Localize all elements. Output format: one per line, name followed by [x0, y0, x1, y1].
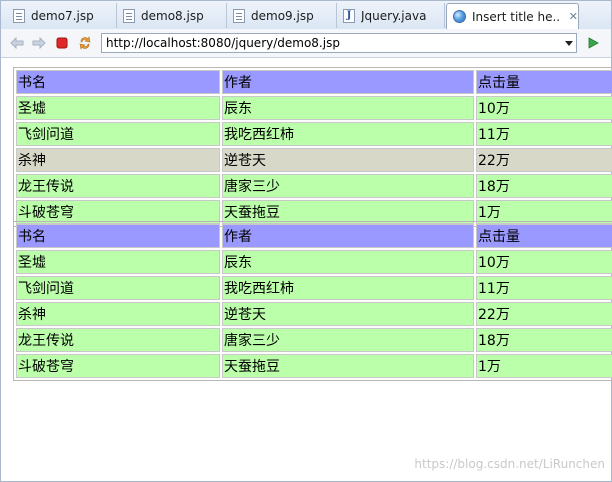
- column-header: 点击量: [476, 70, 612, 94]
- column-header: 书名: [16, 224, 220, 248]
- table-cell: 辰东: [222, 250, 474, 274]
- table-cell: 10万: [476, 96, 612, 120]
- table-cell: 飞剑问道: [16, 276, 220, 300]
- jsp-file-icon: [233, 8, 245, 23]
- java-file-icon: J: [343, 8, 355, 23]
- table-cell: 圣墟: [16, 250, 220, 274]
- table-cell: 龙王传说: [16, 174, 220, 198]
- table-cell: 逆苍天: [222, 302, 474, 326]
- table-row[interactable]: 圣墟 辰东 10万: [16, 250, 612, 274]
- jsp-file-icon: [123, 8, 135, 23]
- forward-arrow-icon[interactable]: [31, 35, 47, 51]
- table-cell: 我吃西红柿: [222, 276, 474, 300]
- column-header: 书名: [16, 70, 220, 94]
- table-cell: 18万: [476, 174, 612, 198]
- table-cell: 唐家三少: [222, 174, 474, 198]
- table-row[interactable]: 杀神 逆苍天 22万: [16, 148, 612, 172]
- chevron-down-icon[interactable]: [562, 34, 576, 52]
- tab-demo8-jsp[interactable]: demo8.jsp: [117, 3, 227, 28]
- table-cell: 斗破苍穹: [16, 354, 220, 378]
- table-header-row: 书名 作者 点击量: [16, 70, 612, 94]
- globe-icon: [453, 10, 466, 23]
- book-table: 书名 作者 点击量 圣墟 辰东 10万 飞剑问道 我吃西红柿 11万 杀神 逆苍天 22万 龙王传说 唐家…: [13, 221, 612, 381]
- url-input[interactable]: http://localhost:8080/jquery/demo8.jsp: [101, 33, 577, 53]
- table-row[interactable]: 杀神 逆苍天 22万: [16, 302, 612, 326]
- column-header: 作者: [222, 70, 474, 94]
- tab-insert-title[interactable]: Insert title he... ✕: [446, 3, 579, 30]
- table-cell: 11万: [476, 122, 612, 146]
- table-row[interactable]: 龙王传说 唐家三少 18万: [16, 328, 612, 352]
- table-row[interactable]: 飞剑问道 我吃西红柿 11万: [16, 122, 612, 146]
- browser-window: demo7.jsp demo8.jsp demo9.jsp J Jquery.j…: [0, 0, 612, 482]
- table-cell: 11万: [476, 276, 612, 300]
- close-icon[interactable]: ✕: [569, 10, 578, 23]
- table-row[interactable]: 斗破苍穹 天蚕拖豆 1万: [16, 354, 612, 378]
- table-cell: 10万: [476, 250, 612, 274]
- back-arrow-icon[interactable]: [9, 35, 25, 51]
- tab-label: Jquery.java: [361, 8, 427, 23]
- page-content: 书名 作者 点击量 圣墟 辰东 10万 飞剑问道 我吃西红柿 11万 杀神 逆苍天 22万 龙王传说 唐家…: [1, 58, 612, 481]
- table-row[interactable]: 飞剑问道 我吃西红柿 11万: [16, 276, 612, 300]
- table-cell: 杀神: [16, 148, 220, 172]
- tab-label: demo8.jsp: [141, 8, 204, 23]
- column-header: 作者: [222, 224, 474, 248]
- table-cell: 唐家三少: [222, 328, 474, 352]
- tab-demo9-jsp[interactable]: demo9.jsp: [227, 3, 337, 28]
- editor-tab-bar: demo7.jsp demo8.jsp demo9.jsp J Jquery.j…: [1, 1, 611, 30]
- table-cell: 我吃西红柿: [222, 122, 474, 146]
- column-header: 点击量: [476, 224, 612, 248]
- table-cell: 辰东: [222, 96, 474, 120]
- url-text[interactable]: http://localhost:8080/jquery/demo8.jsp: [102, 36, 562, 50]
- tab-jquery-java[interactable]: J Jquery.java: [337, 3, 445, 28]
- table-cell: 1万: [476, 354, 612, 378]
- go-play-icon[interactable]: [585, 35, 601, 51]
- table-cell: 龙王传说: [16, 328, 220, 352]
- tab-label: demo9.jsp: [251, 8, 314, 23]
- table-cell: 18万: [476, 328, 612, 352]
- table-header-row: 书名 作者 点击量: [16, 224, 612, 248]
- jsp-file-icon: [13, 8, 25, 23]
- book-table: 书名 作者 点击量 圣墟 辰东 10万 飞剑问道 我吃西红柿 11万 杀神 逆苍天 22万 龙王传说 唐家…: [13, 67, 612, 227]
- table-row[interactable]: 龙王传说 唐家三少 18万: [16, 174, 612, 198]
- tab-demo7-jsp[interactable]: demo7.jsp: [7, 3, 117, 28]
- table-cell: 天蚕拖豆: [222, 354, 474, 378]
- table-cell: 飞剑问道: [16, 122, 220, 146]
- tab-label: demo7.jsp: [31, 8, 94, 23]
- refresh-icon[interactable]: [77, 35, 93, 51]
- watermark: https://blog.csdn.net/LiRunchen: [414, 457, 605, 471]
- stop-icon[interactable]: [54, 35, 70, 51]
- tab-label: Insert title he...: [472, 9, 561, 24]
- table-row[interactable]: 圣墟 辰东 10万: [16, 96, 612, 120]
- table-cell: 圣墟: [16, 96, 220, 120]
- browser-toolbar: http://localhost:8080/jquery/demo8.jsp: [1, 29, 611, 58]
- table-cell: 杀神: [16, 302, 220, 326]
- table-cell: 22万: [476, 148, 612, 172]
- table-cell: 逆苍天: [222, 148, 474, 172]
- table-cell: 22万: [476, 302, 612, 326]
